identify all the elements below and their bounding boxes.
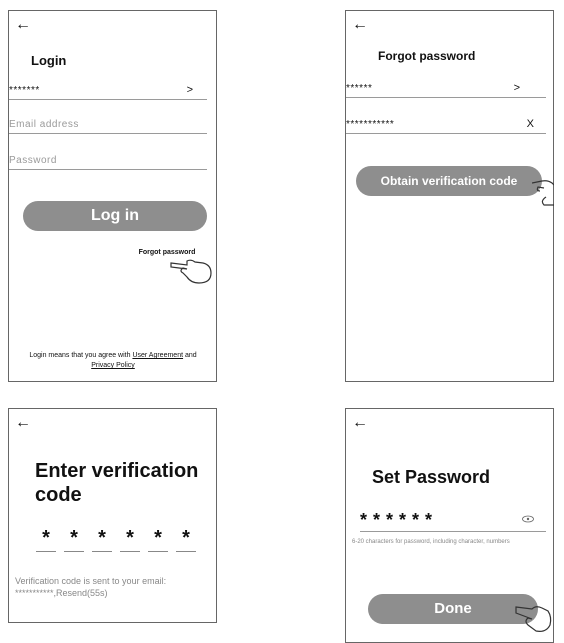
chevron-right-icon[interactable]: > bbox=[187, 84, 193, 96]
email-field[interactable]: Email address bbox=[9, 113, 207, 134]
account-value: ******* bbox=[9, 85, 40, 96]
clear-icon[interactable]: X bbox=[527, 118, 534, 130]
password-placeholder: Password bbox=[9, 155, 57, 166]
back-arrow-icon[interactable]: ← bbox=[15, 17, 31, 33]
password-value: * * * * * * bbox=[360, 510, 433, 530]
set-password-title: Set Password bbox=[372, 467, 491, 487]
set-password-screen: ← Set Password * * * * * * 6-20 characte… bbox=[345, 408, 554, 643]
code-underline bbox=[36, 551, 56, 552]
agreement-text: Login means that you agree with User Agr… bbox=[29, 352, 197, 369]
back-arrow-icon[interactable]: ← bbox=[352, 415, 368, 431]
account-value: ****** bbox=[346, 83, 373, 94]
code-digit: * bbox=[70, 527, 78, 549]
back-arrow-icon[interactable]: ← bbox=[15, 415, 31, 431]
account-row[interactable]: ******* > bbox=[9, 77, 207, 100]
code-underline bbox=[120, 551, 140, 552]
pointing-hand-icon bbox=[532, 180, 554, 206]
obtain-verification-code-button[interactable]: Obtain verification code bbox=[356, 166, 542, 196]
email-placeholder: Email address bbox=[9, 119, 79, 130]
code-underline bbox=[64, 551, 84, 552]
login-title: Login bbox=[31, 53, 67, 68]
password-hint: 6-20 characters for password, including … bbox=[352, 539, 510, 545]
back-arrow-icon[interactable]: ← bbox=[352, 17, 368, 33]
pointing-hand-icon bbox=[170, 259, 212, 284]
password-field[interactable]: * * * * * * bbox=[360, 505, 546, 532]
privacy-policy-link[interactable]: Privacy Policy bbox=[91, 362, 135, 369]
forgot-password-screen: ← Forgot password ****** > *********** X… bbox=[345, 10, 554, 382]
code-digit: * bbox=[42, 527, 50, 549]
email-value: *********** bbox=[346, 119, 395, 130]
account-row[interactable]: ****** > bbox=[346, 75, 546, 98]
chevron-right-icon[interactable]: > bbox=[514, 82, 520, 94]
code-underline bbox=[92, 551, 112, 552]
eye-icon[interactable] bbox=[522, 514, 534, 526]
user-agreement-link[interactable]: User Agreement bbox=[132, 352, 183, 359]
login-screen: ← Login ******* > Email address Password… bbox=[8, 10, 217, 382]
verification-code-screen: ← Enter verification code * * * * * * Ve… bbox=[8, 408, 217, 623]
code-underline bbox=[176, 551, 196, 552]
code-underline bbox=[148, 551, 168, 552]
forgot-title: Forgot password bbox=[378, 49, 476, 63]
login-button[interactable]: Log in bbox=[23, 201, 207, 231]
code-digit: * bbox=[182, 527, 190, 549]
done-button[interactable]: Done bbox=[368, 594, 538, 624]
resend-link[interactable]: ***********,Resend(55s) bbox=[15, 588, 108, 598]
code-digit: * bbox=[126, 527, 134, 549]
email-field[interactable]: *********** X bbox=[346, 111, 546, 134]
verify-title: Enter verification code bbox=[35, 460, 199, 506]
code-digit: * bbox=[154, 527, 162, 549]
pointing-hand-icon bbox=[515, 606, 552, 632]
code-digit: * bbox=[98, 527, 106, 549]
sent-message: Verification code is sent to your email:… bbox=[15, 576, 167, 598]
password-field[interactable]: Password bbox=[9, 149, 207, 170]
